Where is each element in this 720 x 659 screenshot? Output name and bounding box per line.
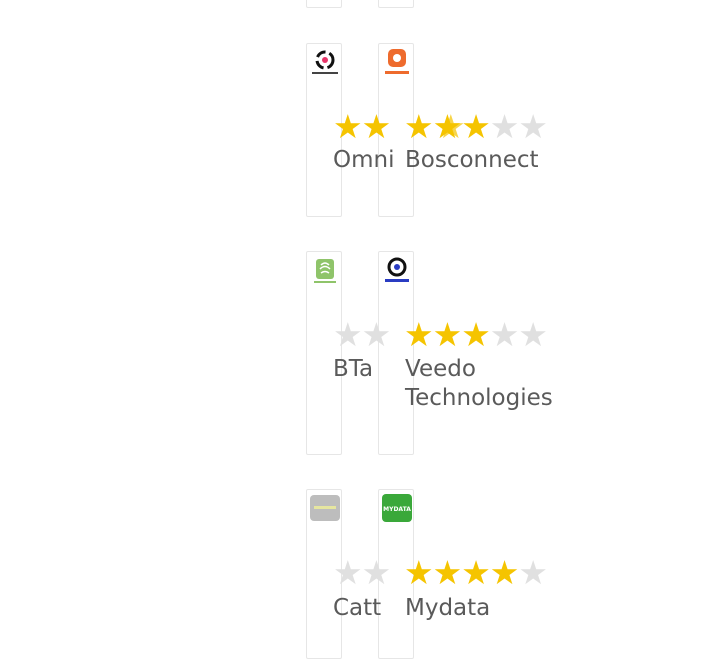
star-icon: ★ xyxy=(518,553,548,592)
rating-stars: ★★ xyxy=(333,315,392,354)
vendor-card[interactable] xyxy=(378,0,414,8)
star-icon: ★ xyxy=(489,107,520,146)
boxfusion-logo-icon xyxy=(382,47,412,77)
star-icon: ★ xyxy=(489,315,520,354)
vendor-name: Mydata xyxy=(405,595,491,621)
star-icon: ★ xyxy=(361,107,392,146)
star-icon: ★ xyxy=(518,107,548,146)
vendor-name: Catt xyxy=(333,595,382,621)
vendor-name: Bosconnect xyxy=(405,147,539,173)
star-icon: ★ xyxy=(333,315,363,354)
star-icon: ★ xyxy=(461,553,491,592)
mydata-logo-icon: MYDATA xyxy=(382,493,412,523)
vendor-name: Veedo Technologies xyxy=(405,356,553,411)
vendor-name: BTa xyxy=(333,356,374,382)
star-icon: ★ xyxy=(361,315,392,354)
vendor-name: Omni xyxy=(333,147,395,173)
bta-fingerprint-logo-icon xyxy=(310,255,340,285)
star-icon: ★ xyxy=(404,107,434,146)
rating-stars: ★★ xyxy=(333,107,392,146)
veedo-logo-icon xyxy=(382,255,412,285)
rating-stars: ★★ xyxy=(333,553,392,592)
svg-text:MYDATA: MYDATA xyxy=(383,506,411,513)
star-icon: ★ xyxy=(333,553,363,592)
star-icon: ★ xyxy=(518,315,548,354)
star-icon: ★ xyxy=(436,107,466,146)
rating-stars: ★★★★★ xyxy=(404,553,548,592)
star-icon: ★ xyxy=(489,553,520,592)
star-icon: ★ xyxy=(461,315,491,354)
catt-logo-icon xyxy=(310,493,340,523)
star-icon: ★ xyxy=(404,315,434,354)
rating-stars: ★★★★★ xyxy=(404,107,548,146)
star-icon: ★ xyxy=(361,553,392,592)
star-icon: ★ xyxy=(432,553,463,592)
vendor-card[interactable] xyxy=(306,0,342,8)
star-icon: ★ xyxy=(333,107,363,146)
star-icon: ★ xyxy=(461,107,491,146)
omniconnect-logo-icon xyxy=(310,47,340,77)
rating-stars: ★★★★★ xyxy=(404,315,548,354)
star-icon: ★ xyxy=(432,315,463,354)
star-icon: ★ xyxy=(404,553,434,592)
rating-stars: ★ xyxy=(436,107,466,146)
